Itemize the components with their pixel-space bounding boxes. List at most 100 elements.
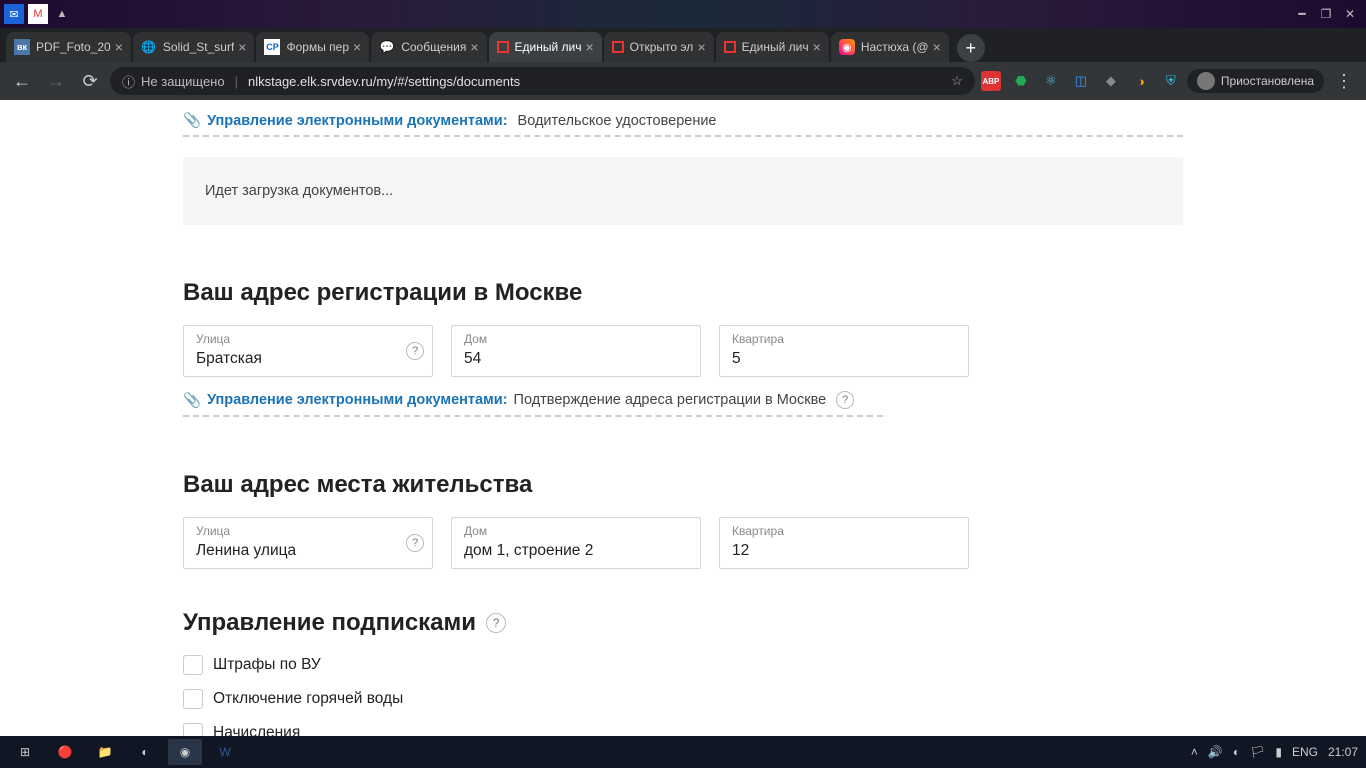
security-indicator[interactable]: ⓘ Не защищено (122, 72, 225, 91)
tab-label: Сообщения (401, 40, 466, 54)
field-label: Улица (196, 524, 420, 538)
field-value: 5 (732, 350, 956, 368)
house-field[interactable]: Дом дом 1, строение 2 (451, 517, 701, 569)
extension-icon[interactable]: ◆ (1101, 71, 1121, 91)
subscription-row: Штрафы по ВУ (183, 655, 1183, 675)
paperclip-icon: 📎 (183, 392, 201, 409)
extension-box-icon[interactable]: ◫ (1071, 71, 1091, 91)
taskbar-chrome-icon[interactable]: ◉ (168, 739, 202, 765)
window-close-button[interactable]: ✕ (1338, 4, 1362, 24)
subscription-label: Начисления (213, 724, 300, 736)
residence-heading: Ваш адрес места жительства (183, 471, 1183, 499)
window-titlebar: ✉ M ▲ ━ ❐ ✕ (0, 0, 1366, 28)
subscription-row: Отключение горячей воды (183, 689, 1183, 709)
house-field[interactable]: Дом 54 (451, 325, 701, 377)
subscription-label: Штрафы по ВУ (213, 656, 321, 674)
tab-instagram[interactable]: ◉Настюха (@× (831, 32, 949, 62)
doc-mgmt-prefix: Управление электронными документами: (207, 113, 507, 129)
help-icon[interactable]: ? (486, 613, 506, 633)
close-icon[interactable]: × (238, 39, 246, 55)
loading-panel: Идет загрузка документов... (183, 157, 1183, 225)
back-button[interactable]: ← (8, 67, 36, 95)
field-value: дом 1, строение 2 (464, 542, 688, 560)
extension-react-icon[interactable]: ⚛ (1041, 71, 1061, 91)
subscriptions-heading-text: Управление подписками (183, 609, 476, 637)
checkbox-fines[interactable] (183, 655, 203, 675)
kebab-menu-button[interactable]: ⋮ (1330, 67, 1358, 95)
tray-chevron-up-icon[interactable]: ˄ (1191, 745, 1198, 759)
tab-label: Формы пер (286, 40, 349, 54)
close-icon[interactable]: × (115, 39, 123, 55)
street-field[interactable]: Улица Братская ? (183, 325, 433, 377)
doc-management-license[interactable]: 📎 Управление электронными документами: В… (183, 100, 1183, 135)
address-bar[interactable]: ⓘНе защищено | nlkstage.elk.srvdev.ru/my… (110, 67, 975, 95)
start-button[interactable]: ⊞ (8, 739, 42, 765)
url-text: nlkstage.elk.srvdev.ru/my/#/settings/doc… (248, 74, 941, 89)
taskbar-app-icon[interactable]: 🔴 (48, 739, 82, 765)
close-icon[interactable]: × (933, 39, 941, 55)
close-icon[interactable]: × (585, 39, 593, 55)
taskbar-word-icon[interactable]: W (208, 739, 242, 765)
field-label: Квартира (732, 332, 956, 346)
tab-label: PDF_Foto_20 (36, 40, 111, 54)
security-label: Не защищено (141, 74, 225, 89)
extension-icon[interactable]: ◑ (1131, 71, 1151, 91)
reload-button[interactable]: ⟳ (76, 67, 104, 95)
close-icon[interactable]: × (697, 39, 705, 55)
page-viewport[interactable]: 📎 Управление электронными документами: В… (0, 100, 1366, 736)
profile-chip[interactable]: Приостановлена (1187, 69, 1324, 93)
tab-open[interactable]: Открыто эл× (604, 32, 714, 62)
taskbar-steam-icon[interactable]: ◐ (128, 739, 162, 765)
street-field[interactable]: Улица Ленина улица ? (183, 517, 433, 569)
cpp-icon: СР (264, 39, 280, 55)
clock[interactable]: 21:07 (1328, 745, 1358, 759)
close-icon[interactable]: × (813, 39, 821, 55)
doc-management-address[interactable]: 📎 Управление электронными документами: П… (183, 391, 1183, 417)
tab-solid[interactable]: 🌐Solid_St_surf× (133, 32, 255, 62)
square-icon (612, 41, 624, 53)
close-icon[interactable]: × (470, 39, 478, 55)
tab-label: Единый лич (742, 40, 809, 54)
app-icon-gmail[interactable]: M (28, 4, 48, 24)
chat-icon: 💬 (379, 39, 395, 55)
tray-volume-icon[interactable]: 🔊 (1208, 745, 1223, 759)
extensions-area: ABP ⬣ ⚛ ◫ ◆ ◑ ⛨ (981, 71, 1181, 91)
field-value: 54 (464, 350, 688, 368)
help-icon[interactable]: ? (406, 534, 424, 552)
apartment-field[interactable]: Квартира 5 (719, 325, 969, 377)
dashed-divider (183, 415, 883, 417)
window-minimize-button[interactable]: ━ (1290, 4, 1314, 24)
apartment-field[interactable]: Квартира 12 (719, 517, 969, 569)
tray-network-icon[interactable]: ▮ (1275, 745, 1282, 759)
star-icon[interactable]: ☆ (951, 73, 963, 89)
abp-extension-icon[interactable]: ABP (981, 71, 1001, 91)
extension-shield-icon[interactable]: ⬣ (1011, 71, 1031, 91)
paperclip-icon: 📎 (183, 112, 201, 129)
avatar-icon (1197, 72, 1215, 90)
forward-button[interactable]: → (42, 67, 70, 95)
tab-messages[interactable]: 💬 Сообщения × (371, 32, 486, 62)
window-maximize-button[interactable]: ❐ (1314, 4, 1338, 24)
tab-elk-active[interactable]: Единый лич× (489, 32, 602, 62)
help-icon[interactable]: ? (836, 391, 854, 409)
checkbox-hotwater[interactable] (183, 689, 203, 709)
app-icon-mail[interactable]: ✉ (4, 4, 24, 24)
info-icon: ⓘ (122, 72, 135, 91)
field-value: Братская (196, 350, 420, 368)
help-icon[interactable]: ? (406, 342, 424, 360)
doc-mgmt-addr-label: Подтверждение адреса регистрации в Москв… (514, 392, 827, 408)
close-icon[interactable]: × (353, 39, 361, 55)
tray-steam-icon[interactable]: ◐ (1233, 745, 1240, 759)
language-indicator[interactable]: ENG (1292, 745, 1318, 759)
app-icon-drive[interactable]: ▲ (52, 4, 72, 24)
taskbar-explorer-icon[interactable]: 📁 (88, 739, 122, 765)
new-tab-button[interactable]: + (957, 34, 985, 62)
extension-shield2-icon[interactable]: ⛨ (1161, 71, 1181, 91)
checkbox-charges[interactable] (183, 723, 203, 736)
tab-forms[interactable]: СР Формы пер × (256, 32, 369, 62)
tray-flag-icon[interactable]: 🏳 (1250, 745, 1265, 759)
doc-mgmt-license-label: Водительское удостоверение (518, 113, 717, 129)
tab-elk2[interactable]: Единый лич × (716, 32, 829, 62)
field-label: Улица (196, 332, 420, 346)
tab-pdf[interactable]: вкPDF_Foto_20× (6, 32, 131, 62)
